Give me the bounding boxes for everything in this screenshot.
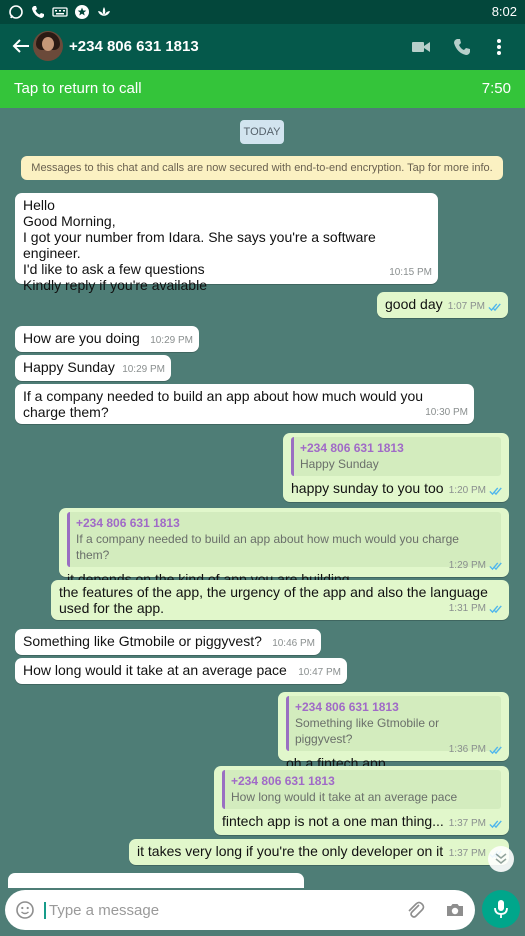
- message-outgoing-reply[interactable]: +234 806 631 1813 If a company needed to…: [59, 508, 509, 587]
- quoted-sender: +234 806 631 1813: [231, 774, 335, 788]
- quoted-text: If a company needed to build an app abou…: [76, 532, 459, 562]
- message-meta: 10:46 PM: [272, 636, 315, 652]
- read-ticks-icon: [489, 819, 503, 829]
- message-time: 10:15 PM: [389, 267, 432, 278]
- message-meta: 1:07 PM: [448, 299, 502, 315]
- message-placeholder: Type a message: [49, 902, 160, 919]
- quoted-sender: +234 806 631 1813: [295, 700, 399, 714]
- message-text: it takes very long if you're the only de…: [137, 843, 444, 859]
- message-meta: 10:47 PM: [298, 665, 341, 681]
- message-incoming[interactable]: How long would it take at an average pac…: [15, 658, 347, 684]
- voice-call-icon[interactable]: [452, 37, 472, 57]
- status-bar: 8:02: [0, 0, 525, 24]
- status-time: 8:02: [491, 4, 517, 19]
- message-time: 1:36 PM: [448, 744, 486, 755]
- message-outgoing[interactable]: it takes very long if you're the only de…: [129, 839, 509, 865]
- message-outgoing[interactable]: the features of the app, the urgency of …: [51, 580, 509, 620]
- message-text: the features of the app, the urgency of …: [59, 584, 488, 616]
- read-ticks-icon: [489, 604, 503, 614]
- message-meta: 1:20 PM: [449, 483, 503, 499]
- message-time: 1:20 PM: [448, 485, 486, 496]
- message-outgoing-reply[interactable]: +234 806 631 1813 Something like Gtmobil…: [278, 692, 509, 771]
- whatsapp-icon: [9, 5, 23, 19]
- avatar-face: [42, 37, 54, 51]
- message-time: 1:37 PM: [448, 848, 486, 859]
- message-incoming[interactable]: Hello Good Morning, I got your number fr…: [15, 193, 438, 293]
- quoted-sender: +234 806 631 1813: [300, 441, 404, 455]
- quoted-text: Happy Sunday: [300, 457, 379, 471]
- back-arrow-icon[interactable]: [10, 35, 32, 57]
- contact-name[interactable]: +234 806 631 1813: [69, 38, 199, 55]
- message-time: 1:07 PM: [447, 301, 485, 312]
- message-meta: 1:37 PM: [449, 816, 503, 832]
- call-duration: 7:50: [481, 80, 511, 97]
- message-incoming[interactable]: How are you doing 10:29 PM: [15, 326, 199, 352]
- message-incoming-partial[interactable]: [8, 873, 304, 888]
- message-incoming[interactable]: Something like Gtmobile or piggyvest? 10…: [15, 629, 321, 655]
- chat-header: +234 806 631 1813: [0, 24, 525, 70]
- return-to-call-banner[interactable]: Tap to return to call 7:50: [0, 70, 525, 108]
- attach-icon[interactable]: [405, 899, 425, 921]
- quoted-text: How long would it take at an average pac…: [231, 790, 458, 804]
- quoted-message[interactable]: +234 806 631 1813 Happy Sunday: [291, 437, 501, 476]
- message-line: I'd like to ask a few questions: [23, 261, 205, 277]
- message-text: Something like Gtmobile or piggyvest?: [23, 633, 262, 649]
- message-time: 10:47 PM: [298, 667, 341, 678]
- notification-icons: [8, 4, 112, 20]
- emoji-icon[interactable]: [15, 900, 35, 920]
- message-time: 1:29 PM: [448, 560, 486, 571]
- message-line: Good Morning,: [23, 213, 116, 229]
- message-meta: 10:29 PM: [122, 362, 165, 378]
- date-chip: TODAY: [240, 120, 284, 144]
- message-time: 10:29 PM: [150, 335, 193, 346]
- message-outgoing-reply[interactable]: +234 806 631 1813 How long would it take…: [214, 766, 509, 835]
- message-line: I got your number from Idara. She says y…: [23, 229, 376, 261]
- chat-area[interactable]: TODAY Messages to this chat and calls ar…: [0, 108, 525, 888]
- message-text: If a company needed to build an app abou…: [23, 388, 424, 420]
- message-incoming[interactable]: If a company needed to build an app abou…: [15, 384, 474, 424]
- message-time: 10:29 PM: [122, 364, 165, 375]
- message-time: 1:37 PM: [448, 818, 486, 829]
- quoted-message[interactable]: +234 806 631 1813 How long would it take…: [222, 770, 501, 809]
- message-meta: 1:36 PM: [449, 742, 503, 758]
- mic-button[interactable]: [482, 890, 520, 928]
- quoted-message[interactable]: +234 806 631 1813 If a company needed to…: [67, 512, 501, 567]
- composer-bar: Type a message: [0, 888, 525, 936]
- read-ticks-icon: [489, 745, 503, 755]
- call-banner-label: Tap to return to call: [14, 80, 142, 97]
- message-outgoing[interactable]: good day 1:07 PM: [377, 292, 508, 318]
- chevron-double-down-icon: [495, 853, 507, 864]
- message-input[interactable]: Type a message: [5, 890, 475, 930]
- mic-icon: [494, 900, 508, 918]
- message-incoming[interactable]: Happy Sunday 10:29 PM: [15, 355, 171, 381]
- overflow-menu-icon[interactable]: [489, 37, 509, 57]
- camera-icon[interactable]: [445, 900, 465, 920]
- quoted-sender: +234 806 631 1813: [76, 516, 180, 530]
- message-meta: 1:29 PM: [449, 558, 503, 574]
- avatar[interactable]: [33, 31, 63, 61]
- video-call-icon[interactable]: [411, 37, 431, 57]
- text-caret: [44, 902, 46, 919]
- message-meta: 10:15 PM: [389, 265, 432, 281]
- message-time: 1:31 PM: [448, 603, 486, 614]
- message-time: 10:46 PM: [272, 638, 315, 649]
- read-ticks-icon: [489, 486, 503, 496]
- message-meta: 10:30 PM: [425, 405, 468, 421]
- encryption-notice[interactable]: Messages to this chat and calls are now …: [21, 156, 503, 180]
- message-line: Hello: [23, 197, 55, 213]
- message-time: 10:30 PM: [425, 407, 468, 418]
- message-meta: 10:29 PM: [150, 333, 193, 349]
- message-meta: 1:31 PM: [449, 601, 503, 617]
- message-outgoing-reply[interactable]: +234 806 631 1813 Happy Sunday happy sun…: [283, 433, 509, 502]
- message-text: How long would it take at an average pac…: [23, 662, 287, 678]
- keyboard-icon: [52, 7, 68, 17]
- message-line: Kindly reply if you're available: [23, 277, 207, 293]
- phone-icon: [32, 6, 44, 18]
- star-icon: [75, 5, 89, 19]
- lotus-icon: [98, 7, 110, 16]
- read-ticks-icon: [488, 302, 502, 312]
- scroll-to-bottom-button[interactable]: [488, 846, 514, 872]
- read-ticks-icon: [489, 561, 503, 571]
